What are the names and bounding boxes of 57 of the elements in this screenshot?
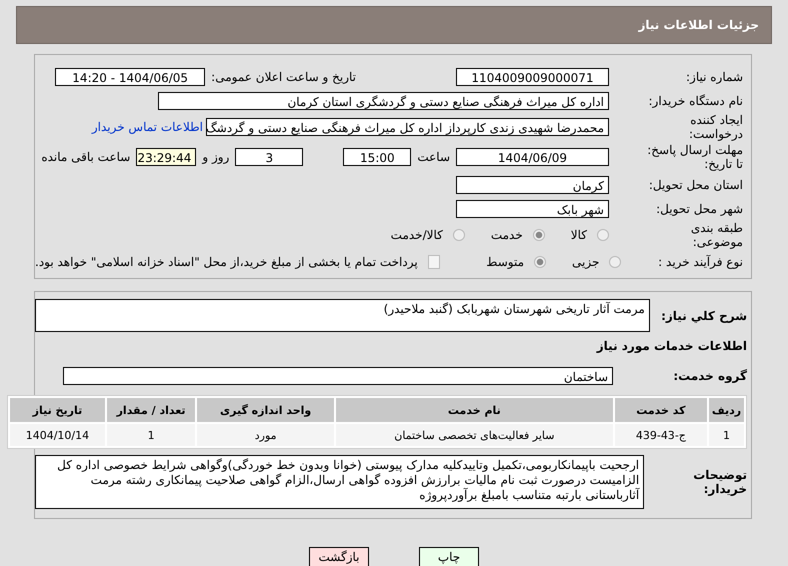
back-button[interactable]: بازگشت xyxy=(309,547,369,566)
column-header: تعداد / مقدار xyxy=(106,398,196,422)
field-label: نام دستگاه خریدار: xyxy=(648,94,744,108)
service-group-field: ساختمان xyxy=(63,366,613,384)
option-label: کالا xyxy=(570,228,587,242)
field-label: ایجاد کننده درخواست: xyxy=(688,113,744,141)
column-header: تاریخ نیاز xyxy=(10,398,105,422)
print-button[interactable]: چاپ xyxy=(419,547,479,566)
radio-button[interactable] xyxy=(532,229,545,241)
table-cell: سایر فعالیت‌های تخصصی ساختمان xyxy=(336,424,613,446)
checkbox[interactable] xyxy=(428,254,440,268)
buyer-contact-link[interactable]: اطلاعات تماس خریدار xyxy=(92,120,203,134)
field-label: تاریخ و ساعت اعلان عمومی: xyxy=(211,70,356,84)
deadline-time-field: 15:00 xyxy=(343,148,412,166)
field-label: توضیحات خریدار: xyxy=(692,468,748,496)
field-label: نوع فرآیند خرید : xyxy=(657,254,744,268)
table-cell: مورد xyxy=(197,424,334,446)
field-label: شماره نیاز: xyxy=(685,70,744,84)
buyer-notes-field: ارجحیت باپیمانکاربومی،تکمیل وتاییدکلیه مدارک پیوستی (خوانا وبدون خط خوردگی)وگواهی شرایط خصوصی اداره کل الزامیست درصورت ثبت نام مالیات برارزش افزوده گواهی ارسال،الزام گواهی صلاحیت پیمانکاری رشته مرمت آثارباستانی بارتبه متناسب بامبلغ برآوردپروژه xyxy=(35,455,644,509)
radio-button[interactable] xyxy=(609,256,622,268)
option-label: خدمت xyxy=(490,228,523,242)
page-title: جزئیات اطلاعات نیاز xyxy=(638,18,759,32)
table-cell: 1 xyxy=(106,424,196,446)
summary-field: مرمت آثار تاریخی شهرستان شهربابک (گنبد ملاحیدر) xyxy=(35,299,650,332)
column-header: ردیف xyxy=(708,398,744,422)
radio-button[interactable] xyxy=(534,256,546,268)
section-title: اطلاعات خدمات مورد نیاز xyxy=(595,338,748,355)
deadline-date-field: 1404/06/09 xyxy=(456,148,609,166)
city-field: شهر بابک xyxy=(456,200,609,218)
days-field: 3 xyxy=(235,148,304,166)
checkbox-label: پرداخت تمام یا بخشی از مبلغ خرید،از محل "اسناد خزانه اسلامی" خواهد بود. xyxy=(35,254,418,268)
creator-field: محمدرضا شهیدی زندی کارپرداز اداره کل میراث فرهنگی صنایع دستی و گردشگ xyxy=(206,118,609,136)
option-label: کالا/خدمت xyxy=(390,228,443,242)
radio-button[interactable] xyxy=(597,229,609,241)
table-cell: 1404/10/14 xyxy=(10,424,105,446)
announce-date-field: 1404/06/05 - 14:20 xyxy=(55,68,206,86)
time-label: ساعت xyxy=(417,150,450,164)
days-label: روز و xyxy=(202,150,230,164)
field-label: طبقه بندی موضوعی: xyxy=(690,221,744,249)
radio-button[interactable] xyxy=(452,229,465,241)
column-header: کد خدمت xyxy=(614,398,707,422)
column-header: نام خدمت xyxy=(336,398,613,422)
field-label: مهلت ارسال پاسخ: تا تاریخ: xyxy=(646,143,744,171)
remaining-time-field: 23:29:44 xyxy=(136,148,196,166)
option-label: متوسط xyxy=(486,254,524,268)
field-label: شرح کلي نياز: xyxy=(660,308,748,322)
column-header: واحد اندازه گیری xyxy=(197,398,334,422)
field-label: شهر محل تحویل: xyxy=(655,202,744,216)
buyer-field: اداره کل میراث فرهنگی صنایع دستی و گردشگری استان کرمان xyxy=(158,92,609,110)
field-label: استان محل تحویل: xyxy=(648,178,744,192)
need-number-field: 1104009009000071 xyxy=(456,68,609,86)
table-cell: 1 xyxy=(708,424,744,446)
option-label: جزیی xyxy=(572,254,600,268)
table-cell: ج-43-439 xyxy=(614,424,707,446)
remaining-label: ساعت باقی مانده xyxy=(41,150,130,164)
province-field: کرمان xyxy=(456,176,609,194)
field-label: گروه خدمت: xyxy=(672,368,748,382)
